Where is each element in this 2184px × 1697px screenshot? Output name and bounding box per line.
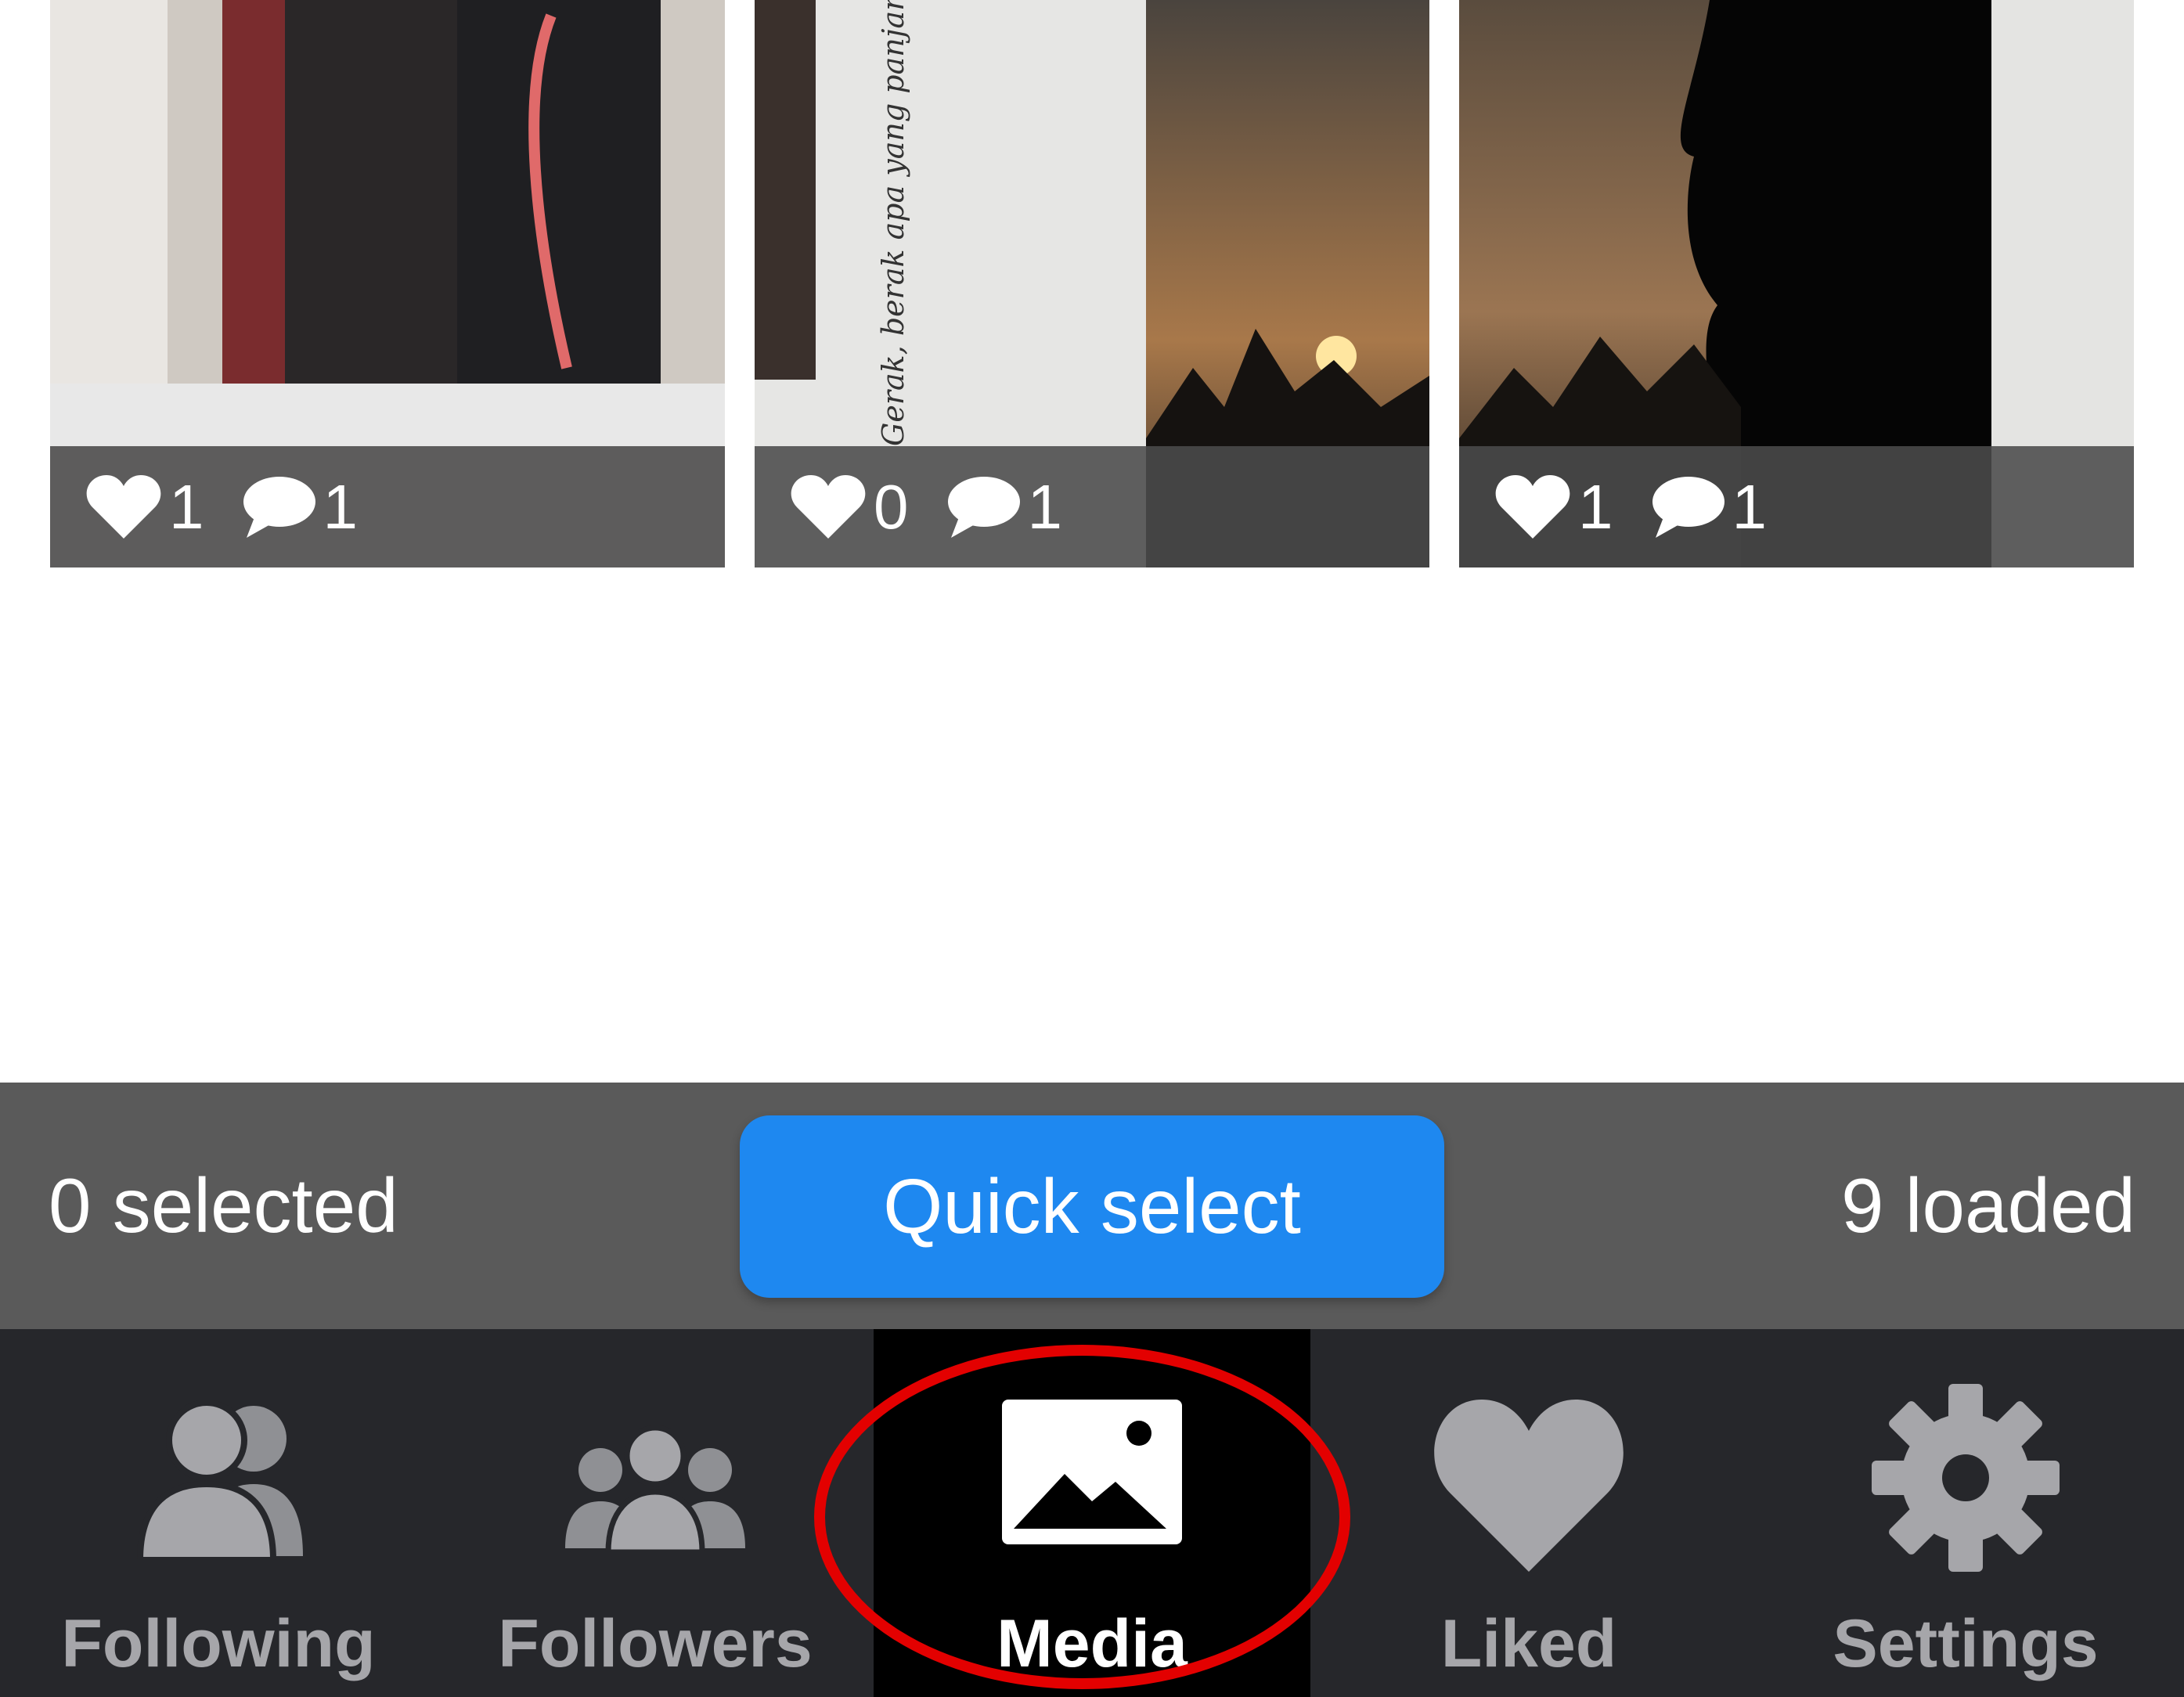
tab-label: Settings: [1833, 1606, 2099, 1681]
post-caption: Gerak, berak apa yang panjang? Yak betul…: [876, 0, 910, 446]
media-tile[interactable]: 1 1: [1459, 0, 2134, 567]
media-icon: [1002, 1400, 1182, 1544]
bottom-tab-bar: Following Followers Media Liked Settings: [0, 1329, 2184, 1697]
tab-label: Followers: [498, 1606, 813, 1681]
tab-media[interactable]: Media: [874, 1329, 1310, 1697]
comments-count: 1: [323, 471, 359, 542]
likes-stat: 1: [1494, 471, 1613, 543]
following-icon: [136, 1400, 303, 1563]
tab-label: Liked: [1440, 1606, 1617, 1681]
followers-icon: [565, 1425, 745, 1555]
post-stats: 0 1: [755, 446, 1429, 567]
post-stats: 1 1: [1459, 446, 2134, 567]
comments-stat: 1: [1648, 471, 1768, 543]
heart-icon: [791, 474, 866, 539]
comments-count: 1: [1732, 471, 1768, 542]
tab-settings[interactable]: Settings: [1747, 1329, 2184, 1697]
gear-icon: [1872, 1384, 2060, 1572]
tab-label: Media: [996, 1606, 1188, 1681]
likes-count: 1: [169, 471, 204, 542]
comments-count: 1: [1027, 471, 1063, 542]
comments-stat: 1: [239, 471, 359, 543]
media-tile[interactable]: Gerak, berak apa yang panjang? Yak betul…: [755, 0, 1429, 567]
likes-stat: 0: [789, 471, 909, 543]
quick-select-button[interactable]: Quick select: [740, 1115, 1444, 1298]
media-grid: 1 1 Gerak, berak apa yang panjang? Yak b…: [0, 0, 2184, 567]
comment-icon: [947, 476, 1020, 538]
loaded-count: 9 loaded: [1840, 1162, 2135, 1248]
comments-stat: 1: [943, 471, 1063, 543]
post-stats: 1 1: [50, 446, 725, 567]
tab-liked[interactable]: Liked: [1310, 1329, 1747, 1697]
likes-count: 0: [874, 471, 909, 542]
heart-icon: [1495, 474, 1570, 539]
comment-icon: [243, 476, 315, 538]
selected-count: 0 selected: [49, 1162, 398, 1248]
tab-label: Following: [61, 1606, 376, 1681]
heart-icon: [1434, 1400, 1624, 1572]
media-tile[interactable]: 1 1: [50, 0, 725, 567]
tab-followers[interactable]: Followers: [437, 1329, 874, 1697]
likes-count: 1: [1578, 471, 1613, 542]
heart-icon: [86, 474, 161, 539]
tab-following[interactable]: Following: [0, 1329, 437, 1697]
comment-icon: [1652, 476, 1724, 538]
selection-toolbar: 0 selected Quick select 9 loaded: [0, 1083, 2184, 1329]
likes-stat: 1: [85, 471, 204, 543]
